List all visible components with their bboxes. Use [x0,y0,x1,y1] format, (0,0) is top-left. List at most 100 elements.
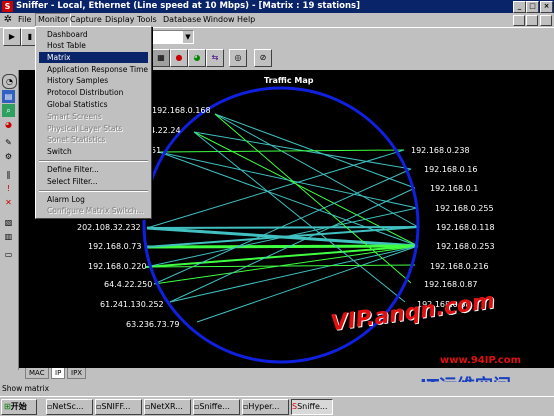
pie-chart-icon[interactable]: ◕ [2,118,15,131]
station-label-left[interactable]: 64.4.22.250 [104,280,152,289]
station-label-left[interactable]: 192.168.0.73 [88,242,141,251]
menu-item-physical-layer-stats: Physical Layer Stats [47,124,123,133]
taskbar-item[interactable]: ▫NetSc... [46,399,93,415]
traffic-map-title: Traffic Map [264,76,314,85]
station-label-right[interactable]: 192.168.0.255 [435,204,494,213]
station-label-right[interactable]: 192.168.0.1 [430,184,478,193]
doc-restore-button[interactable] [526,15,538,26]
station-label-right[interactable]: 192.168.0.87 [424,280,477,289]
switch-icon[interactable]: ⇆ [206,49,224,67]
traffic-link [145,245,419,268]
tools-icon[interactable]: ✎ [2,136,15,149]
dashboard-icon[interactable]: ◔ [2,74,17,89]
windows-logo-icon: ⊞ [4,402,11,411]
traffic-link [146,226,419,229]
taskbar-item[interactable]: ▫SNIFF... [95,399,142,415]
menu-capture[interactable]: Capture [68,14,104,26]
monitor-menu: Dashboard Host Table Matrix Application … [35,26,152,219]
start-button[interactable]: ⊞开始 [1,399,37,415]
title-bar[interactable]: S Sniffer - Local, Ethernet (Line speed … [0,0,554,13]
station-label-right[interactable]: 192.168.0.238 [411,146,470,155]
chevron-down-icon[interactable]: ▼ [183,31,193,43]
protocol-pie-icon[interactable]: ● [170,49,188,67]
global-stats-icon[interactable]: ◕ [188,49,206,67]
start-label: 开始 [10,402,27,411]
menu-monitor[interactable]: Monitor [35,13,72,27]
traffic-link [145,244,419,249]
menu-display[interactable]: Display [103,14,137,26]
menu-item-global-statistics[interactable]: Global Statistics [39,99,148,110]
menu-separator [39,190,148,192]
menu-item-smart-screens: Smart Screens [47,112,102,121]
menu-item-switch[interactable]: Switch [39,146,148,157]
menu-item-matrix[interactable]: Matrix [39,52,148,63]
define-filter-icon[interactable]: ◎ [229,49,247,67]
host-table-icon[interactable]: ▤ [2,90,15,103]
menu-separator [39,160,148,162]
menu-item-configure-matrix-switch: Configure Matrix Switch... [47,206,144,215]
left-toolbar: ◔ ▤ ⌕ ◕ ✎ ⚙ ‖ ! ✕ ▧ ▥ ▭ [0,70,19,370]
maximize-button[interactable]: □ [526,1,539,13]
stop-icon[interactable]: ✕ [2,196,15,209]
history-icon[interactable]: ▥ [2,230,15,243]
filter-select[interactable]: ▼ [150,30,194,44]
menu-item-select-filter[interactable]: Select Filter... [39,176,148,187]
traffic-link [169,245,419,303]
taskbar-item[interactable]: ▫Sniffe... [193,399,240,415]
station-label-left[interactable]: 192.168.0.168 [152,106,211,115]
station-label-right[interactable]: 192.168.0.253 [436,242,495,251]
view-tabs: MAC IP IPX [19,368,219,380]
station-label-right[interactable]: 192.168.0.216 [430,262,489,271]
station-label-left[interactable]: 63.236.73.79 [126,320,179,329]
status-bar: Show matrix [0,382,554,395]
minimize-button[interactable]: _ [513,1,526,13]
tab-ip[interactable]: IP [51,368,66,379]
sniffer-app-icon[interactable]: S [2,1,13,12]
doc-close-button[interactable] [540,15,552,26]
address-book-icon[interactable]: ▧ [2,216,15,229]
matrix-icon[interactable]: ▦ [152,49,170,67]
menu-bar: ✲ File Monitor Capture Display Tools Dat… [0,13,554,27]
tab-ipx[interactable]: IPX [67,368,87,379]
menu-help[interactable]: Help [235,14,257,26]
station-label-right[interactable]: 192.168.0.118 [436,223,495,232]
traffic-link [145,207,418,268]
traffic-link [158,149,405,153]
taskbar: ⊞开始 ▫NetSc... ▫SNIFF... ▫NetXR... ▫Sniff… [0,396,554,416]
doc-minimize-button[interactable] [513,15,525,26]
window-title: Sniffer - Local, Ethernet (Line speed at… [16,1,361,11]
watermark-site: www.94IP.com [440,355,522,366]
close-button[interactable]: × [540,1,553,13]
station-label-right[interactable]: 192.168.0.16 [424,165,477,174]
traffic-link [158,151,418,209]
menu-tools[interactable]: Tools [135,14,159,26]
window-icon[interactable]: ▭ [2,248,15,261]
station-label-left[interactable]: 202.108.32.232 [77,223,141,232]
station-label-left[interactable]: 4.22.24 [150,126,181,135]
station-label-left[interactable]: 51 [151,146,161,155]
taskbar-item[interactable]: ▫Hyper... [242,399,289,415]
tab-mac[interactable]: MAC [25,368,49,379]
menu-item-host-table[interactable]: Host Table [39,40,148,51]
menu-item-define-filter[interactable]: Define Filter... [39,164,148,175]
menu-item-dashboard[interactable]: Dashboard [39,29,148,40]
menu-item-sonet-statistics: Sonet Statistics [47,135,106,144]
pause-icon[interactable]: ‖ [2,168,15,181]
start-capture-icon[interactable]: ▶ [3,28,21,46]
alert-icon[interactable]: ! [2,182,15,195]
menu-file[interactable]: File [16,14,33,26]
taskbar-item-active[interactable]: SSniffe... [291,399,333,415]
menu-database[interactable]: Database [161,14,203,26]
menu-item-protocol-distribution[interactable]: Protocol Distribution [39,87,148,98]
station-label-left[interactable]: 61.241.130.252 [100,300,164,309]
doc-gear-icon[interactable]: ✲ [2,14,14,26]
menu-item-alarm-log[interactable]: Alarm Log [39,194,148,205]
expert-icon[interactable]: ⚙ [2,150,15,163]
taskbar-item[interactable]: ▫NetXR... [144,399,191,415]
alarm-log-icon[interactable]: ⊘ [254,49,272,67]
menu-window[interactable]: Window [201,14,237,26]
search-icon[interactable]: ⌕ [2,104,15,117]
menu-item-history-samples[interactable]: History Samples [39,75,148,86]
menu-item-app-response-time[interactable]: Application Response Time [39,64,148,75]
station-label-left[interactable]: 192.168.0.220 [88,262,147,271]
